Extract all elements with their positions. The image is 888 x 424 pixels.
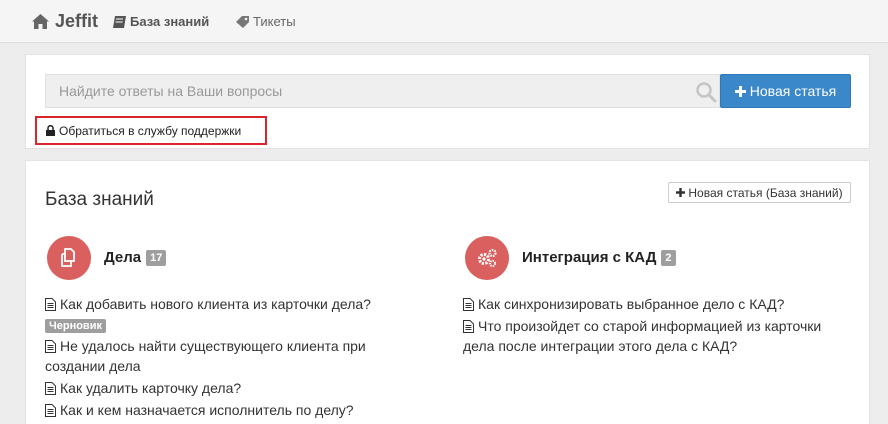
document-icon xyxy=(463,320,474,333)
article-title-line1: Не удалось найти существующего клиента п… xyxy=(60,338,366,354)
search-box xyxy=(45,74,720,108)
home-icon xyxy=(32,14,49,29)
article-link[interactable]: Как синхронизировать выбранное дело с КА… xyxy=(463,294,784,314)
category-title-text: Дела xyxy=(104,249,142,266)
gears-icon xyxy=(478,248,497,268)
article-link[interactable]: Что произойдет со старой информацией из … xyxy=(463,316,821,356)
document-icon xyxy=(45,382,56,395)
new-kb-article-label: Новая статья (База знаний) xyxy=(688,185,843,200)
nav-tickets[interactable]: Тикеты xyxy=(236,14,296,29)
category-icon-circle[interactable] xyxy=(465,236,509,280)
article-title: Как удалить карточку дела? xyxy=(60,380,242,396)
article-link[interactable]: Как и кем назначается исполнитель по дел… xyxy=(45,400,354,420)
document-icon xyxy=(45,404,56,417)
files-icon xyxy=(61,248,75,267)
new-article-button[interactable]: Новая статья xyxy=(720,74,851,108)
search-icon[interactable] xyxy=(695,81,717,103)
article-link[interactable]: Как добавить нового клиента из карточки … xyxy=(45,294,371,314)
article-title-line2: дела после интеграции этого дела с КАД? xyxy=(463,338,738,354)
draft-badge: Черновик xyxy=(45,319,106,333)
support-link-label: Обратиться в службу поддержки xyxy=(59,123,242,138)
plus-icon xyxy=(734,85,746,97)
search-input[interactable] xyxy=(46,75,719,107)
article-link[interactable]: Как удалить карточку дела? xyxy=(45,378,241,398)
category-icon-circle[interactable] xyxy=(47,236,91,280)
plus-icon xyxy=(676,188,686,197)
top-navbar: Jeffit База знаний Тикеты xyxy=(0,0,888,43)
page-title: База знаний xyxy=(45,189,154,210)
article-title: Как добавить нового клиента из карточки … xyxy=(60,296,371,312)
new-article-label: Новая статья xyxy=(749,83,837,99)
book-icon xyxy=(113,15,126,28)
document-icon xyxy=(463,298,474,311)
nav-knowledge-base[interactable]: База знаний xyxy=(113,14,209,29)
article-title-line2: создании дела xyxy=(45,358,141,374)
tag-icon xyxy=(236,15,249,28)
document-icon xyxy=(45,298,56,311)
new-kb-article-button[interactable]: Новая статья (База знаний) xyxy=(668,182,851,203)
article-title-line1: Что произойдет со старой информацией из … xyxy=(478,318,822,334)
article-title: Как и кем назначается исполнитель по дел… xyxy=(60,402,354,418)
category-title[interactable]: Дела 17 xyxy=(104,249,167,266)
count-badge: 2 xyxy=(661,249,676,266)
support-link[interactable]: Обратиться в службу поддержки xyxy=(35,116,267,145)
count-badge: 17 xyxy=(146,249,167,266)
category-title-text: Интеграция с КАД xyxy=(522,249,657,266)
article-link[interactable]: Не удалось найти существующего клиента п… xyxy=(45,336,366,376)
document-icon xyxy=(45,340,56,353)
category-title[interactable]: Интеграция с КАД 2 xyxy=(522,249,676,266)
nav-knowledge-base-label: База знаний xyxy=(130,14,210,29)
article-title: Как синхронизировать выбранное дело с КА… xyxy=(478,296,785,312)
brand-link[interactable]: Jeffit xyxy=(32,11,98,32)
nav-tickets-label: Тикеты xyxy=(253,14,296,29)
brand-name: Jeffit xyxy=(55,11,99,31)
lock-icon xyxy=(46,125,55,136)
knowledge-base-panel: База знаний Новая статья (База знаний) Д… xyxy=(25,160,870,424)
search-panel: Новая статья Обратиться в службу поддерж… xyxy=(25,54,870,149)
